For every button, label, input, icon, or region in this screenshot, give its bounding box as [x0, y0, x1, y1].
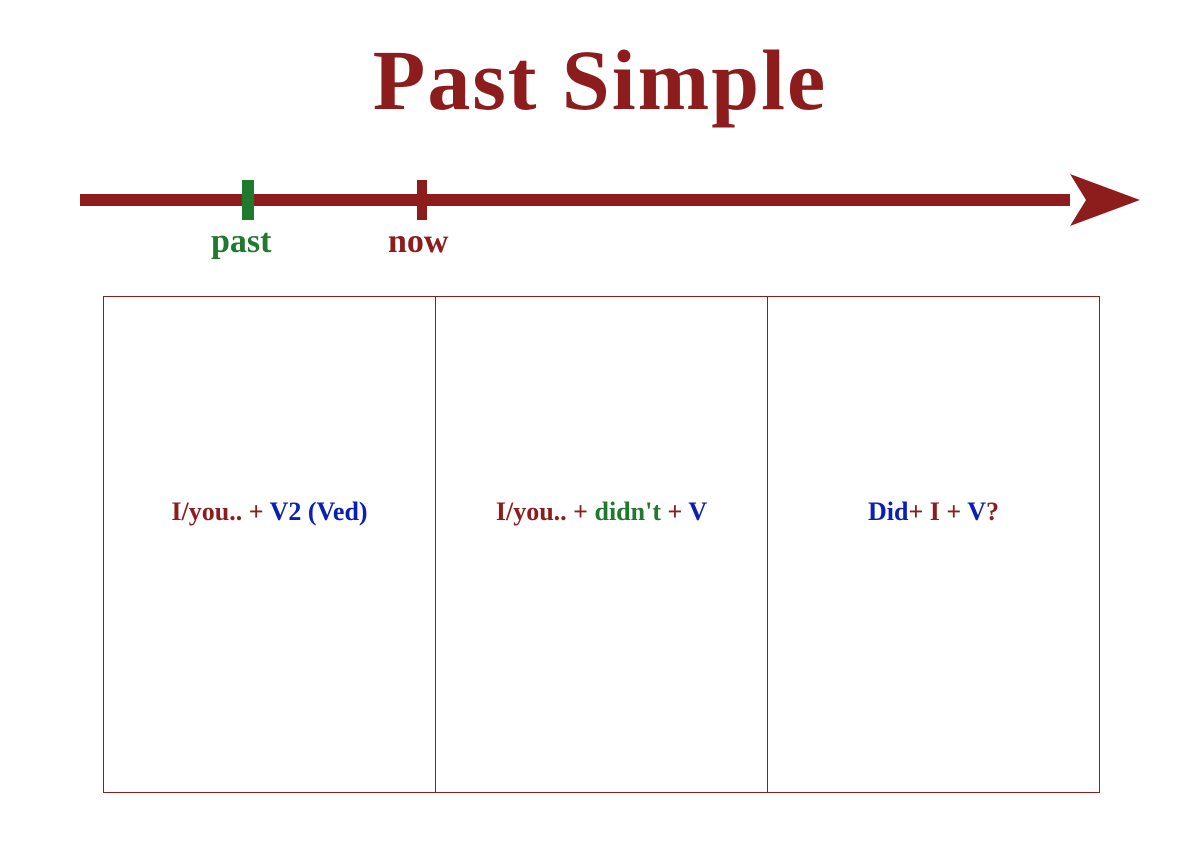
plus-sign: +	[946, 497, 967, 526]
formula-grid: I/you.. + V2 (Ved) I/you.. + didn't + V …	[103, 296, 1100, 793]
subject-text: I	[930, 497, 947, 526]
timeline-label-past: past	[211, 223, 271, 261]
verb-text: V	[967, 497, 986, 526]
formula-affirmative: I/you.. + V2 (Ved)	[104, 497, 435, 527]
verb-text: V2 (Ved)	[270, 497, 368, 526]
plus-sign: +	[249, 497, 270, 526]
cell-question: Did+ I + V?	[768, 296, 1100, 793]
auxiliary-text: Did	[868, 497, 908, 526]
cell-negative: I/you.. + didn't + V	[436, 296, 768, 793]
subject-text: I/you..	[171, 497, 248, 526]
formula-question: Did+ I + V?	[768, 497, 1099, 527]
timeline-arrow: past now	[80, 168, 1140, 268]
formula-negative: I/you.. + didn't + V	[436, 497, 767, 527]
plus-sign: +	[908, 497, 929, 526]
question-mark: ?	[986, 497, 999, 526]
cell-affirmative: I/you.. + V2 (Ved)	[103, 296, 436, 793]
auxiliary-text: didn't	[595, 497, 668, 526]
page-title: Past Simple	[0, 30, 1200, 130]
plus-sign: +	[573, 497, 594, 526]
timeline-label-now: now	[388, 223, 448, 261]
subject-text: I/you..	[496, 497, 573, 526]
verb-text: V	[688, 497, 707, 526]
plus-sign: +	[668, 497, 689, 526]
